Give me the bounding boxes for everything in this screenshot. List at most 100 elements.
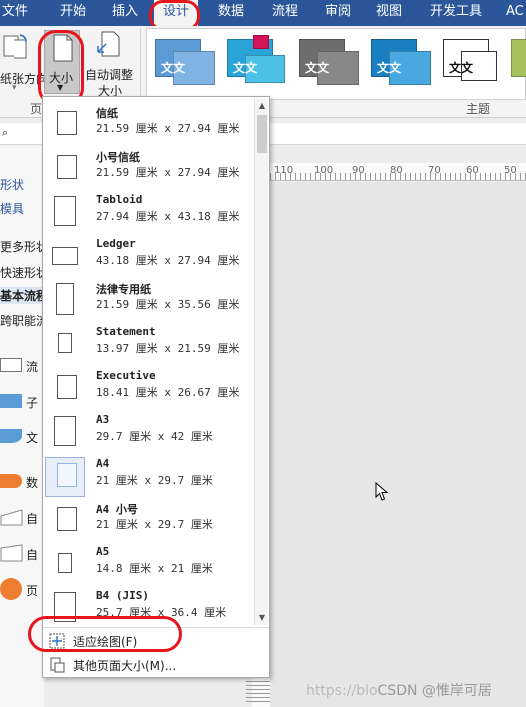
page-size-option[interactable]: Ledger 43.18 厘米 x 27.94 厘米 — [43, 235, 253, 279]
tab-view[interactable]: 视图 — [376, 0, 402, 26]
page-size-option[interactable]: 信纸 21.59 厘米 x 27.94 厘米 — [43, 103, 253, 147]
auto-size-icon — [97, 31, 120, 57]
portrait-small-icon — [57, 463, 77, 487]
auto-size-button[interactable]: 自动调整 大小 — [85, 30, 136, 100]
page-size-option[interactable]: Statement 13.97 厘米 x 21.59 厘米 — [43, 323, 253, 367]
scroll-thumb[interactable] — [257, 115, 267, 153]
portrait-small-icon — [57, 375, 77, 399]
page-size-list: 信纸 21.59 厘米 x 27.94 厘米 小号信纸 21.59 厘米 x 27.9… — [43, 97, 253, 625]
ribbon-tab-bar: 文件 开始 插入 设计 数据 流程 审阅 视图 开发工具 AC — [0, 0, 526, 26]
tab-file[interactable]: 文件 — [2, 0, 28, 26]
tab-developer[interactable]: 开发工具 — [430, 0, 482, 26]
theme-label: 文文 — [305, 61, 330, 75]
page-size-option[interactable]: Executive 18.41 厘米 x 26.67 厘米 — [43, 367, 253, 411]
shape-label: 文 — [26, 431, 39, 445]
subprocess-shape[interactable] — [0, 394, 22, 408]
page-size-option[interactable]: Tabloid 27.94 厘米 x 43.18 厘米 — [43, 191, 253, 235]
manual-input-shape[interactable] — [0, 508, 24, 526]
manual-operation-shape[interactable] — [0, 544, 24, 562]
page-size-dimensions: 21.59 厘米 x 35.56 厘米 — [96, 298, 240, 311]
page-size-dimensions: 21.59 厘米 x 27.94 厘米 — [96, 166, 240, 179]
tab-process[interactable]: 流程 — [272, 0, 298, 26]
landscape-icon — [52, 247, 78, 265]
fit-to-drawing-annotation — [28, 616, 182, 652]
page-size-dimensions: 43.18 厘米 x 27.94 厘米 — [96, 254, 240, 267]
basic-flowchart-item[interactable]: 基本流程 — [0, 287, 48, 304]
theme-mono[interactable]: 文文 — [441, 35, 505, 91]
portrait-tiny-icon — [58, 553, 72, 573]
page-size-option[interactable]: A4 小号 21 厘米 x 29.7 厘米 — [43, 499, 253, 543]
shape-label: 页 — [26, 584, 39, 598]
shape-label: 自 — [26, 548, 39, 562]
page-size-name: A3 — [96, 413, 110, 426]
more-page-sizes-icon — [50, 657, 65, 673]
scroll-down-icon[interactable]: ▼ — [255, 611, 269, 625]
tab-insert[interactable]: 插入 — [112, 0, 138, 26]
theme-blue[interactable]: 文文 — [369, 35, 433, 91]
portrait-small-icon — [57, 111, 77, 135]
visio-window: 文件 开始 插入 设计 数据 流程 审阅 视图 开发工具 AC 纸张方向 大小 … — [0, 0, 526, 707]
resize-handle-icon[interactable] — [246, 680, 270, 702]
page-size-option[interactable]: 法律专用纸 21.59 厘米 x 35.56 厘米 — [43, 279, 253, 323]
data-shape[interactable] — [0, 474, 22, 488]
page-size-dimensions: 27.94 厘米 x 43.18 厘米 — [96, 210, 240, 223]
page-size-dimensions: 21.59 厘米 x 27.94 厘米 — [96, 122, 240, 135]
page-size-name: 小号信纸 — [96, 151, 140, 164]
watermark-prefix: https://blo — [306, 683, 378, 699]
shape-label: 流 — [26, 360, 39, 374]
page-size-name: Ledger — [96, 237, 136, 250]
page-size-name: Statement — [96, 325, 156, 338]
theme-office[interactable]: 文文 — [153, 35, 217, 91]
page-size-option[interactable]: A3 29.7 厘米 x 42 厘米 — [43, 411, 253, 455]
shapes-header[interactable]: 形状 — [0, 176, 24, 193]
watermark-brand: CSDN @惟岸可居 — [377, 683, 492, 699]
page-size-name: 法律专用纸 — [96, 283, 151, 296]
portrait-small-icon — [57, 507, 77, 531]
quick-shapes-item[interactable]: 快速形状 — [0, 264, 48, 281]
cross-functional-item[interactable]: 跨职能流 — [0, 312, 48, 329]
tab-review[interactable]: 审阅 — [325, 0, 351, 26]
horizontal-ruler: 110 100 90 80 70 60 50 — [270, 163, 526, 181]
theme-grey[interactable]: 文文 — [297, 35, 361, 91]
page-size-dimensions: 21 厘米 x 29.7 厘米 — [96, 474, 213, 487]
scroll-up-icon[interactable]: ▲ — [255, 99, 269, 113]
page-size-name: A4 — [96, 457, 110, 470]
page-size-name: Tabloid — [96, 193, 143, 206]
theme-label: 文文 — [161, 61, 186, 75]
page-size-name: 信纸 — [96, 107, 118, 120]
theme-partial[interactable] — [509, 35, 526, 91]
tab-acrobat[interactable]: AC — [506, 0, 524, 26]
document-shape[interactable] — [0, 429, 22, 443]
size-button-annotation — [38, 30, 84, 106]
page-size-option[interactable]: 小号信纸 21.59 厘米 x 27.94 厘米 — [43, 147, 253, 191]
shape-label: 自 — [26, 512, 39, 526]
tab-home[interactable]: 开始 — [60, 0, 86, 26]
orientation-button[interactable]: 纸张方向 — [0, 30, 48, 92]
process-shape[interactable] — [0, 358, 22, 372]
csdn-watermark: https://bloCSDN @惟岸可居 — [306, 680, 492, 700]
page-size-option[interactable]: A5 14.8 厘米 x 21 厘米 — [43, 543, 253, 587]
page-size-dimensions: 14.8 厘米 x 21 厘米 — [96, 562, 213, 575]
shape-label: 子 — [26, 396, 39, 410]
page-size-name: A4 小号 — [96, 503, 138, 516]
theme-label: 文文 — [449, 61, 474, 75]
more-page-sizes-item[interactable]: 其他页面大小(M)... — [43, 653, 269, 677]
drawing-canvas[interactable] — [270, 182, 526, 707]
page-size-dimensions: 18.41 厘米 x 26.67 厘米 — [96, 386, 240, 399]
portrait-tiny-icon — [58, 333, 72, 353]
page-size-dimensions: 13.97 厘米 x 21.59 厘米 — [96, 342, 240, 355]
theme-linear[interactable]: 文文 — [225, 35, 289, 91]
tab-data[interactable]: 数据 — [218, 0, 244, 26]
more-shapes-item[interactable]: 更多形状 — [0, 238, 48, 255]
search-icon: ⌕ — [2, 126, 9, 139]
dropdown-scrollbar[interactable]: ▲ ▼ — [254, 99, 268, 625]
page-setup-group-label: 页 — [30, 102, 43, 116]
stencils-header[interactable]: 模具 — [0, 200, 24, 217]
themes-group-label: 主题 — [466, 102, 491, 116]
portrait-large-icon — [54, 196, 76, 226]
page-size-name: Executive — [96, 369, 156, 382]
orientation-icon — [3, 34, 27, 59]
page-size-option[interactable]: A4 21 厘米 x 29.7 厘米 — [43, 455, 253, 499]
ruler-ticks — [270, 173, 526, 180]
on-page-reference-shape[interactable] — [0, 578, 22, 600]
